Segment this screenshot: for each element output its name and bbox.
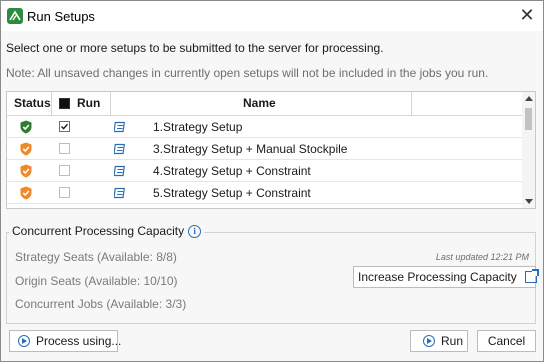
close-icon: ✕ [519, 5, 535, 25]
process-using-button[interactable]: Process using... [9, 330, 122, 352]
setup-icon [114, 187, 125, 199]
app-logo-icon [7, 8, 23, 24]
run-checkbox[interactable] [59, 165, 70, 176]
window-title: Run Setups [27, 9, 95, 24]
origin-seats-text: Origin Seats (Available: 10/10) [15, 274, 178, 288]
column-header-status[interactable]: Status [14, 92, 51, 115]
setups-grid: Status Run Name 1.Strategy Setup 3.Strat… [6, 91, 536, 209]
process-using-label: Process using... [36, 334, 122, 348]
title-bar: Run Setups ✕ [1, 1, 543, 31]
run-checkbox[interactable] [59, 187, 70, 198]
setup-name: 5.Strategy Setup + Constraint [153, 186, 311, 200]
select-all-checkbox[interactable] [59, 98, 70, 109]
vertical-scrollbar[interactable] [522, 92, 535, 208]
concurrent-jobs-text: Concurrent Jobs (Available: 3/3) [15, 297, 187, 311]
run-checkbox[interactable] [59, 121, 70, 132]
instruction-text: Select one or more setups to be submitte… [6, 41, 384, 55]
play-icon [18, 334, 30, 347]
capacity-title: Concurrent Processing Capacity i [9, 224, 205, 239]
dialog-content: Select one or more setups to be submitte… [1, 31, 543, 361]
table-row[interactable]: 5.Strategy Setup + Constraint [7, 182, 523, 204]
note-text: Note: All unsaved changes in currently o… [6, 66, 489, 80]
setup-name: 1.Strategy Setup [153, 120, 243, 134]
table-row[interactable]: 1.Strategy Setup [7, 116, 523, 138]
close-button[interactable]: ✕ [515, 4, 539, 28]
shield-warning-icon [20, 142, 32, 156]
setup-icon [114, 165, 125, 177]
table-row[interactable]: 4.Strategy Setup + Constraint [7, 160, 523, 182]
capacity-title-text: Concurrent Processing Capacity [12, 224, 185, 238]
run-checkbox[interactable] [59, 143, 70, 154]
scrollbar-thumb[interactable] [525, 108, 532, 130]
grid-header: Status Run Name [7, 92, 523, 116]
scroll-down-arrow-icon[interactable] [525, 199, 533, 204]
scroll-up-arrow-icon[interactable] [525, 96, 533, 101]
setup-icon [114, 143, 125, 155]
external-link-icon [524, 268, 539, 283]
cancel-button[interactable]: Cancel [477, 330, 536, 352]
info-icon[interactable]: i [188, 225, 202, 239]
run-label: Run [441, 334, 464, 348]
table-row[interactable]: 3.Strategy Setup + Manual Stockpile [7, 138, 523, 160]
setup-name: 3.Strategy Setup + Manual Stockpile [153, 142, 348, 156]
shield-warning-icon [20, 164, 32, 178]
setup-icon [114, 121, 125, 133]
run-button[interactable]: Run [410, 330, 468, 352]
cancel-label: Cancel [487, 334, 526, 348]
strategy-seats-text: Strategy Seats (Available: 8/8) [15, 250, 177, 264]
increase-capacity-label: Increase Processing Capacity [358, 270, 517, 284]
play-icon [423, 334, 435, 347]
column-header-name[interactable]: Name [243, 92, 276, 115]
column-header-run[interactable]: Run [77, 92, 100, 115]
shield-warning-icon [20, 186, 32, 200]
run-setups-dialog: Run Setups ✕ Select one or more setups t… [0, 0, 544, 362]
setup-name: 4.Strategy Setup + Constraint [153, 164, 311, 178]
increase-capacity-button[interactable]: Increase Processing Capacity [353, 266, 539, 288]
shield-check-icon [20, 120, 32, 134]
last-updated-text: Last updated 12:21 PM [435, 252, 529, 262]
